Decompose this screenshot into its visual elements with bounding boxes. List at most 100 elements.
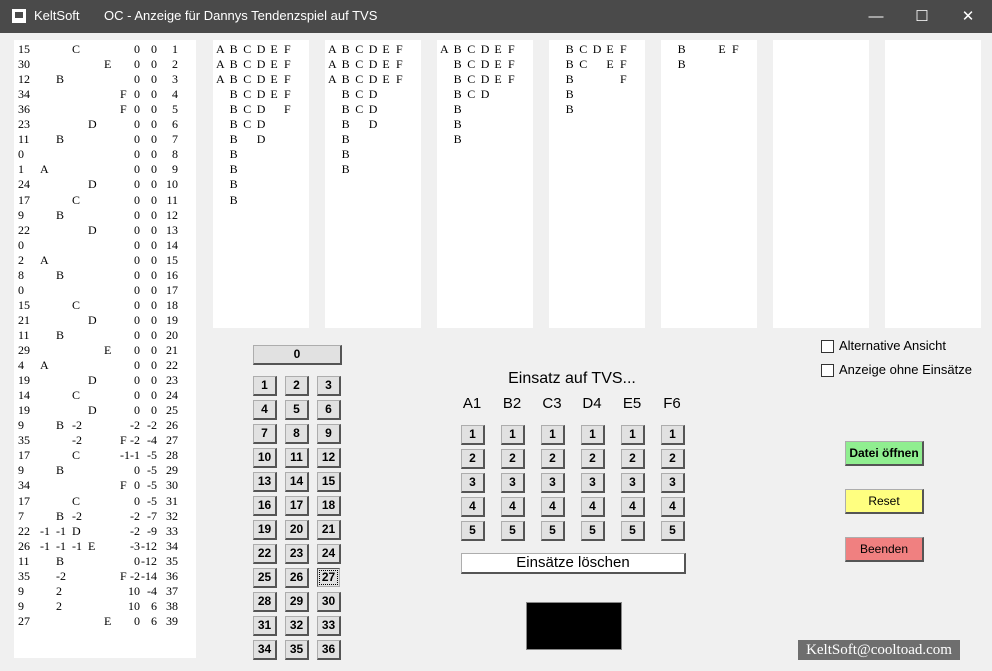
stake-button-F6-4[interactable]: 4 [661, 497, 685, 517]
number-button-6[interactable]: 6 [317, 400, 341, 420]
number-button-35[interactable]: 35 [285, 640, 309, 660]
stake-button-E5-1[interactable]: 1 [621, 425, 645, 445]
history-cell-s2: -7 [147, 508, 157, 523]
tendency-letter: B [341, 117, 350, 132]
number-button-33[interactable]: 33 [317, 616, 341, 636]
number-button-28[interactable]: 28 [253, 592, 277, 612]
number-button-16[interactable]: 16 [253, 496, 277, 516]
no-stakes-checkbox[interactable] [821, 364, 834, 377]
stake-button-F6-3[interactable]: 3 [661, 473, 685, 493]
stake-button-C3-4[interactable]: 4 [541, 497, 565, 517]
stake-button-B2-1[interactable]: 1 [501, 425, 525, 445]
minimize-icon[interactable]: — [853, 0, 899, 33]
number-button-11[interactable]: 11 [285, 448, 309, 468]
history-cell-n: 21 [18, 312, 30, 327]
tendency-letter: C [243, 42, 252, 56]
number-button-10[interactable]: 10 [253, 448, 277, 468]
number-button-5[interactable]: 5 [285, 400, 309, 420]
number-button-2[interactable]: 2 [285, 376, 309, 396]
history-row: 17 C -1 -1 -5 28 [14, 448, 194, 463]
stake-button-C3-5[interactable]: 5 [541, 521, 565, 541]
number-button-17[interactable]: 17 [285, 496, 309, 516]
history-list[interactable]: 15 C 0 0 1 30 E 0 0 2 12 B 0 0 3 34 F 0 0 4 36 F 0 0 5 23 D 0 0 6 11 B 0… [14, 40, 196, 658]
stake-button-A1-3[interactable]: 3 [461, 473, 485, 493]
clear-stakes-button[interactable]: Einsätze löschen [461, 553, 686, 574]
number-button-21[interactable]: 21 [317, 520, 341, 540]
stake-button-D4-2[interactable]: 2 [581, 449, 605, 469]
stake-button-E5-3[interactable]: 3 [621, 473, 645, 493]
stake-button-F6-2[interactable]: 2 [661, 449, 685, 469]
stake-button-B2-2[interactable]: 2 [501, 449, 525, 469]
stake-button-E5-5[interactable]: 5 [621, 521, 645, 541]
history-cell-i: 39 [166, 613, 178, 628]
number-button-34[interactable]: 34 [253, 640, 277, 660]
number-button-4[interactable]: 4 [253, 400, 277, 420]
stake-button-B2-3[interactable]: 3 [501, 473, 525, 493]
stake-button-A1-2[interactable]: 2 [461, 449, 485, 469]
result-display [526, 602, 622, 650]
stake-button-D4-3[interactable]: 3 [581, 473, 605, 493]
number-button-24[interactable]: 24 [317, 544, 341, 564]
number-button-36[interactable]: 36 [317, 640, 341, 660]
alternative-view-checkbox[interactable] [821, 340, 834, 353]
stake-button-F6-1[interactable]: 1 [661, 425, 685, 445]
number-button-32[interactable]: 32 [285, 616, 309, 636]
number-button-27[interactable]: 27 [317, 568, 340, 587]
stake-button-D4-5[interactable]: 5 [581, 521, 605, 541]
number-button-8[interactable]: 8 [285, 424, 309, 444]
tendency-letter: F [396, 42, 403, 56]
history-cell-n: 15 [18, 297, 30, 312]
number-button-3[interactable]: 3 [317, 376, 341, 396]
title-bar: KeltSoft OC - Anzeige für Dannys Tendenz… [0, 0, 992, 33]
number-button-18[interactable]: 18 [317, 496, 341, 516]
number-button-7[interactable]: 7 [253, 424, 277, 444]
close-icon[interactable]: ✕ [945, 0, 991, 33]
stake-button-E5-4[interactable]: 4 [621, 497, 645, 517]
tendency-letter: D [256, 132, 266, 147]
history-cell-i: 28 [166, 448, 178, 463]
stake-button-C3-2[interactable]: 2 [541, 449, 565, 469]
stakes-heading: Einsatz auf TVS... [508, 370, 636, 387]
stake-button-C3-1[interactable]: 1 [541, 425, 565, 445]
stake-button-E5-2[interactable]: 2 [621, 449, 645, 469]
stake-button-A1-1[interactable]: 1 [461, 425, 485, 445]
history-cell-c: -1 [72, 538, 82, 553]
number-button-23[interactable]: 23 [285, 544, 309, 564]
history-cell-s2: 0 [151, 327, 157, 342]
number-button-31[interactable]: 31 [253, 616, 277, 636]
stake-button-D4-1[interactable]: 1 [581, 425, 605, 445]
number-button-14[interactable]: 14 [285, 472, 309, 492]
history-row: 14 C 0 0 24 [14, 388, 194, 403]
number-button-9[interactable]: 9 [317, 424, 341, 444]
number-button-0[interactable]: 0 [253, 345, 342, 365]
number-button-19[interactable]: 19 [253, 520, 277, 540]
number-button-22[interactable]: 22 [253, 544, 277, 564]
stake-button-A1-4[interactable]: 4 [461, 497, 485, 517]
tendency-letter: D [480, 42, 490, 56]
number-button-20[interactable]: 20 [285, 520, 309, 540]
quit-button[interactable]: Beenden [845, 537, 924, 562]
app-icon[interactable] [12, 9, 26, 23]
number-button-30[interactable]: 30 [317, 592, 341, 612]
number-button-26[interactable]: 26 [285, 568, 309, 588]
number-button-13[interactable]: 13 [253, 472, 277, 492]
history-row: 1A009 [14, 162, 194, 177]
number-button-29[interactable]: 29 [285, 592, 309, 612]
stake-button-B2-4[interactable]: 4 [501, 497, 525, 517]
maximize-icon[interactable]: ☐ [899, 0, 945, 33]
open-file-button[interactable]: Datei öffnen [845, 441, 924, 466]
history-cell-s2: 0 [151, 117, 157, 132]
stake-button-C3-3[interactable]: 3 [541, 473, 565, 493]
stake-button-B2-5[interactable]: 5 [501, 521, 525, 541]
history-cell-n: 29 [18, 343, 30, 357]
tendency-letter: C [355, 72, 364, 87]
stake-button-F6-5[interactable]: 5 [661, 521, 685, 541]
number-button-15[interactable]: 15 [317, 472, 341, 492]
tendency-letter: D [368, 57, 378, 72]
stake-button-D4-4[interactable]: 4 [581, 497, 605, 517]
number-button-25[interactable]: 25 [253, 568, 277, 588]
number-button-1[interactable]: 1 [253, 376, 277, 396]
reset-button[interactable]: Reset [845, 489, 924, 514]
stake-button-A1-5[interactable]: 5 [461, 521, 485, 541]
number-button-12[interactable]: 12 [317, 448, 341, 468]
